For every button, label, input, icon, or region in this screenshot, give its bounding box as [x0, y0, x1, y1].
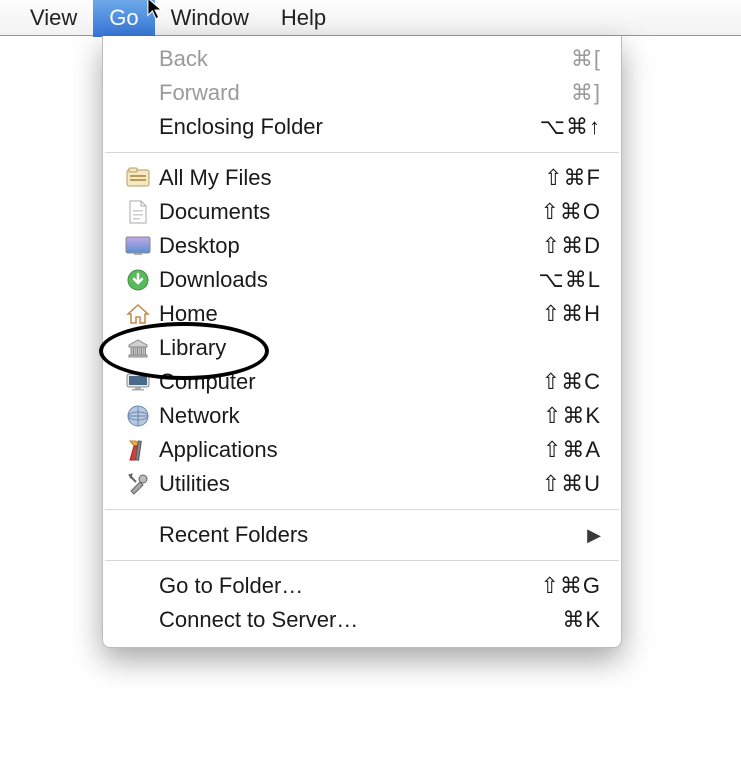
submenu-arrow-icon: ▶	[587, 525, 601, 546]
menu-item-utilities[interactable]: Utilities ⇧⌘U	[103, 467, 621, 501]
menu-label: Enclosing Folder	[155, 114, 540, 140]
menu-label: Back	[155, 46, 571, 72]
menu-separator	[105, 560, 619, 561]
menu-shortcut: ⇧⌘K	[543, 403, 601, 429]
menu-label: Forward	[155, 80, 571, 106]
menu-label: Utilities	[155, 471, 542, 497]
menu-item-downloads[interactable]: Downloads ⌥⌘L	[103, 263, 621, 297]
menu-item-recent-folders[interactable]: Recent Folders ▶	[103, 518, 621, 552]
menu-item-back[interactable]: Back ⌘[	[103, 42, 621, 76]
menu-item-home[interactable]: Home ⇧⌘H	[103, 297, 621, 331]
menubar-item-go[interactable]: Go	[93, 0, 154, 37]
menubar-item-view[interactable]: View	[14, 0, 93, 37]
menu-item-applications[interactable]: Applications ⇧⌘A	[103, 433, 621, 467]
downloads-icon	[121, 268, 155, 292]
menu-shortcut: ⇧⌘G	[540, 573, 601, 599]
menu-item-documents[interactable]: Documents ⇧⌘O	[103, 195, 621, 229]
menu-item-enclosing-folder[interactable]: Enclosing Folder ⌥⌘↑	[103, 110, 621, 144]
menu-item-forward[interactable]: Forward ⌘]	[103, 76, 621, 110]
computer-icon	[121, 372, 155, 392]
library-icon	[121, 337, 155, 359]
applications-icon	[121, 438, 155, 462]
network-icon	[121, 404, 155, 428]
menubar: View Go Window Help	[0, 0, 741, 36]
menu-separator	[105, 152, 619, 153]
documents-icon	[121, 200, 155, 224]
menu-label: Recent Folders	[155, 522, 587, 548]
menu-shortcut: ⌘[	[571, 46, 601, 72]
menu-shortcut: ⌘]	[571, 80, 601, 106]
utilities-icon	[121, 472, 155, 496]
menu-shortcut: ⇧⌘H	[542, 301, 601, 327]
go-dropdown-menu: Back ⌘[ Forward ⌘] Enclosing Folder ⌥⌘↑ …	[102, 36, 622, 648]
menu-label: Desktop	[155, 233, 542, 259]
menubar-label-go: Go	[109, 5, 138, 30]
allmyfiles-icon	[121, 167, 155, 189]
menu-label: Library	[155, 335, 601, 361]
menu-shortcut: ⌘K	[562, 607, 601, 633]
menu-label: Network	[155, 403, 543, 429]
menu-label: Downloads	[155, 267, 538, 293]
menu-label: Documents	[155, 199, 540, 225]
menu-label: Home	[155, 301, 542, 327]
menu-item-computer[interactable]: Computer ⇧⌘C	[103, 365, 621, 399]
menu-item-library[interactable]: Library	[103, 331, 621, 365]
menu-label: Go to Folder…	[155, 573, 540, 599]
menu-separator	[105, 509, 619, 510]
menu-item-desktop[interactable]: Desktop ⇧⌘D	[103, 229, 621, 263]
menu-shortcut: ⇧⌘A	[543, 437, 601, 463]
menu-item-connect-to-server[interactable]: Connect to Server… ⌘K	[103, 603, 621, 637]
menu-shortcut: ⇧⌘U	[542, 471, 601, 497]
menu-label: Connect to Server…	[155, 607, 562, 633]
menubar-item-window[interactable]: Window	[155, 0, 265, 37]
menu-shortcut: ⌥⌘L	[538, 267, 601, 293]
menu-item-go-to-folder[interactable]: Go to Folder… ⇧⌘G	[103, 569, 621, 603]
menu-shortcut: ⇧⌘D	[542, 233, 601, 259]
menu-item-all-my-files[interactable]: All My Files ⇧⌘F	[103, 161, 621, 195]
menu-label: Applications	[155, 437, 543, 463]
menu-label: All My Files	[155, 165, 544, 191]
menu-shortcut: ⌥⌘↑	[540, 114, 601, 140]
menu-shortcut: ⇧⌘C	[542, 369, 601, 395]
menu-item-network[interactable]: Network ⇧⌘K	[103, 399, 621, 433]
desktop-icon	[121, 236, 155, 256]
menubar-item-help[interactable]: Help	[265, 0, 342, 37]
menu-shortcut: ⇧⌘F	[544, 165, 601, 191]
home-icon	[121, 303, 155, 325]
menu-shortcut: ⇧⌘O	[540, 199, 601, 225]
menu-label: Computer	[155, 369, 542, 395]
